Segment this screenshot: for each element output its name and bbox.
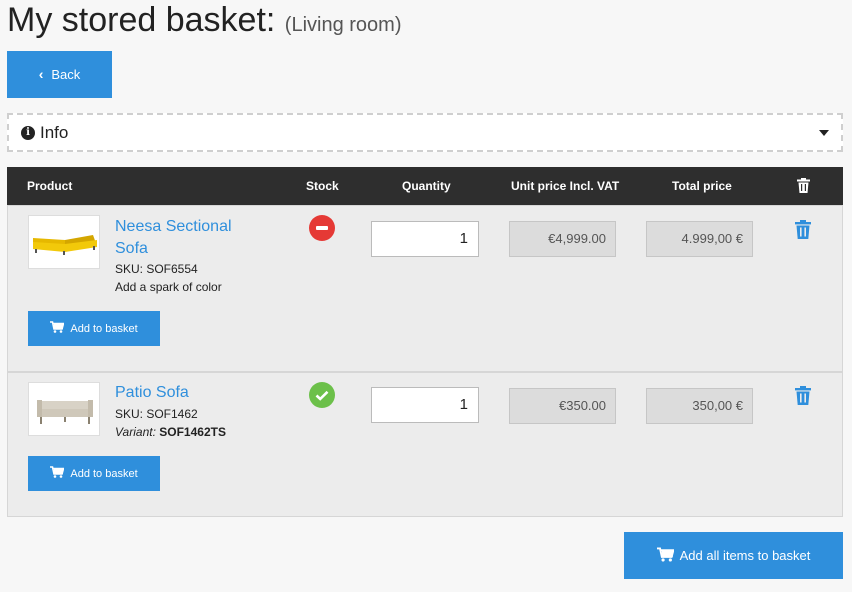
unit-price: €350.00 bbox=[509, 388, 616, 424]
chevron-down-icon[interactable] bbox=[819, 129, 829, 136]
info-label: Info bbox=[40, 122, 69, 142]
total-price: 4.999,00 € bbox=[646, 221, 753, 257]
add-to-basket-button[interactable]: Add to basket bbox=[28, 456, 160, 491]
product-sku: SKU: SOF6554 bbox=[115, 262, 198, 276]
variant-label: Variant: bbox=[115, 425, 156, 439]
trash-icon[interactable] bbox=[795, 386, 811, 410]
add-to-basket-label: Add to basket bbox=[70, 322, 138, 335]
page-title-text: My stored basket: bbox=[7, 1, 276, 39]
back-button[interactable]: ‹ Back bbox=[7, 51, 112, 98]
header-total-price: Total price bbox=[672, 179, 732, 193]
header-quantity: Quantity bbox=[402, 179, 451, 193]
page-title: My stored basket: (Living room) bbox=[7, 0, 402, 45]
cart-icon bbox=[50, 466, 65, 481]
cart-icon bbox=[656, 546, 675, 565]
product-name-link[interactable]: Neesa Sectional Sofa bbox=[115, 216, 255, 260]
basket-name: (Living room) bbox=[284, 14, 402, 36]
table-row: Patio Sofa SKU: SOF1462 Variant: SOF1462… bbox=[7, 372, 843, 517]
in-stock-icon bbox=[309, 382, 335, 408]
header-product: Product bbox=[27, 179, 73, 193]
header-stock: Stock bbox=[306, 179, 339, 193]
header-unit-price: Unit price Incl. VAT bbox=[511, 179, 620, 193]
info-icon: i bbox=[21, 125, 35, 140]
product-image[interactable] bbox=[28, 215, 100, 269]
cart-icon bbox=[50, 321, 65, 336]
product-description: Add a spark of color bbox=[115, 280, 222, 294]
add-to-basket-button[interactable]: Add to basket bbox=[28, 311, 160, 346]
table-row: Neesa Sectional Sofa SKU: SOF6554 Add a … bbox=[7, 205, 843, 372]
add-all-to-basket-button[interactable]: Add all items to basket bbox=[624, 532, 843, 579]
product-image[interactable] bbox=[28, 382, 100, 436]
trash-icon[interactable] bbox=[795, 220, 811, 244]
product-name-link[interactable]: Patio Sofa bbox=[115, 382, 255, 404]
chevron-left-icon: ‹ bbox=[38, 65, 44, 82]
total-price: 350,00 € bbox=[646, 388, 753, 424]
product-sku: SKU: SOF1462 bbox=[115, 407, 198, 421]
trash-icon[interactable] bbox=[797, 178, 810, 196]
variant-value: SOF1462TS bbox=[159, 425, 226, 439]
quantity-input[interactable]: 1 bbox=[371, 221, 479, 257]
add-all-label: Add all items to basket bbox=[679, 548, 811, 563]
unit-price: €4,999.00 bbox=[509, 221, 616, 257]
back-button-label: Back bbox=[51, 67, 81, 82]
out-of-stock-icon bbox=[309, 215, 335, 241]
product-variant: Variant: SOF1462TS bbox=[115, 425, 226, 439]
info-accordion[interactable]: i Info bbox=[7, 113, 843, 152]
table-header: Product Stock Quantity Unit price Incl. … bbox=[7, 167, 843, 205]
add-to-basket-label: Add to basket bbox=[70, 467, 138, 480]
quantity-input[interactable]: 1 bbox=[371, 387, 479, 423]
